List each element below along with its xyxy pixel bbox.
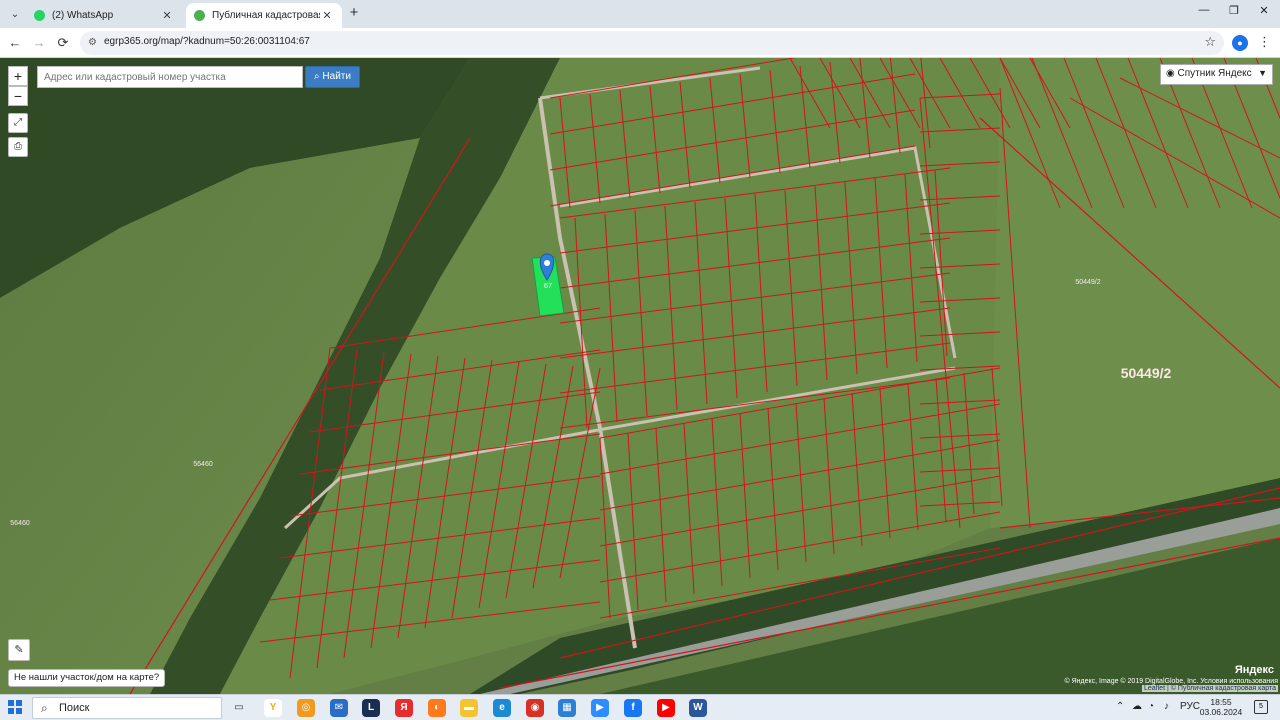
store-icon[interactable]: ▦ [558,699,576,717]
yandex-icon[interactable]: Я [395,699,413,717]
tab-search-menu-icon[interactable]: ⌄ [6,5,24,23]
tab-whatsapp[interactable]: (2) WhatsApp ✕ [26,3,182,28]
selected-plot-label: 67 [544,281,552,290]
notification-icon[interactable]: 5 [1254,700,1268,714]
cadastral-search-input[interactable] [37,66,303,88]
leaflet-attribution[interactable]: Leaflet | © Публичная кадастровая карта [1142,685,1278,692]
close-tab-icon[interactable]: ✕ [160,9,174,22]
tray-overflow-icon[interactable]: ⌃ [1116,701,1124,712]
mail-icon[interactable]: ✉ [330,699,348,717]
firefox-icon[interactable]: ◐ [428,699,446,717]
satellite-map-canvas[interactable]: 67 50449/2 50449/2 56460 56460 [0,58,1280,694]
minimize-button[interactable]: — [1194,4,1214,22]
new-tab-button[interactable]: + [346,5,362,21]
close-window-button[interactable]: ✕ [1254,4,1274,22]
radio-icon: ◉ [1166,68,1175,79]
tab-title: Публичная кадастровая карта [212,10,320,21]
word-icon[interactable]: W [689,699,707,717]
zoom-in-button[interactable]: + [8,66,28,86]
layer-select-value: Спутник Яндекс [1177,68,1252,79]
find-button[interactable]: ⌕ Найти [305,66,360,88]
chevron-down-icon: ▼ [1258,68,1267,78]
layer-select[interactable]: ◉ Спутник Яндекс ▼ [1160,64,1273,85]
map-attribution[interactable]: © Яндекс, Image © 2019 DigitalGlobe, Inc… [1065,678,1279,685]
task-view-icon[interactable]: ▭ [230,699,248,717]
yandex-logo: Яндекс [1234,664,1274,676]
clock-time: 18:55 [1210,697,1232,707]
close-tab-icon[interactable]: ✕ [320,9,334,22]
reload-button[interactable]: ⟳ [54,34,72,52]
tab-title: (2) WhatsApp [52,10,114,21]
ruler-icon[interactable]: ✎ [8,639,30,661]
map-view[interactable]: 67 50449/2 50449/2 56460 56460 + − ⤢ ⎙ ⌕… [0,58,1280,694]
cadastral-quarter-label: 56460 [10,520,30,527]
volume-icon[interactable]: ♪ [1164,701,1169,712]
find-button-label: Найти [322,71,351,82]
address-bar[interactable]: ⚙ egrp365.org/map/?kadnum=50:26:0031104:… [80,31,1224,55]
windows-taskbar: ⌕ Поиск ▭ Y ◎ ✉ L Я ◐ ▬ e ◉ ▦ ▶ f ▶ W ⌃ … [0,694,1280,720]
wifi-icon[interactable]: ◔ [1148,701,1154,712]
back-button[interactable]: ← [6,34,24,52]
forward-button[interactable]: → [30,34,48,52]
site-favicon-icon [194,10,205,21]
restore-button[interactable]: ❐ [1224,4,1244,22]
browser-menu-icon[interactable]: ⋮ [1258,34,1271,50]
search-icon: ⌕ [41,701,48,715]
zoom-app-icon[interactable]: ▶ [591,699,609,717]
facebook-icon[interactable]: f [624,699,642,717]
whatsapp-icon [34,10,45,21]
url-text[interactable]: egrp365.org/map/?kadnum=50:26:0031104:67 [104,36,310,47]
yandex-browser-icon[interactable]: Y [264,699,282,717]
file-explorer-icon[interactable]: ▬ [460,699,478,717]
app-l-icon[interactable]: L [362,699,380,717]
zoom-out-button[interactable]: − [8,86,28,106]
edge-icon[interactable]: e [493,699,511,717]
taskbar-search-input[interactable]: ⌕ Поиск [32,697,222,719]
meadow-area [990,58,1280,528]
tab-strip: ⌄ (2) WhatsApp ✕ Публичная кадастровая к… [0,0,1280,28]
tab-cadastral-map[interactable]: Публичная кадастровая карта ✕ [186,3,342,28]
clock-date: 03.06.2024 [1199,707,1243,717]
cadastral-quarter-label: 50449/2 [1075,279,1100,286]
print-icon[interactable]: ⎙ [8,137,28,157]
system-clock[interactable]: 18:55 03.06.2024 [1196,697,1246,717]
youtube-icon[interactable]: ▶ [657,699,675,717]
cloud-icon[interactable]: ☁ [1132,701,1142,712]
cadastral-quarter-label: 56460 [193,461,213,468]
taskbar-search-label: Поиск [59,702,90,714]
windows-start-icon[interactable] [8,700,22,714]
profile-avatar-icon[interactable]: ● [1232,35,1248,51]
browser-toolbar: ← → ⟳ ⚙ egrp365.org/map/?kadnum=50:26:00… [0,28,1280,58]
browser-icon[interactable]: ◎ [297,699,315,717]
fullscreen-icon[interactable]: ⤢ [8,113,28,133]
not-found-link[interactable]: Не нашли участок/дом на карте? [8,669,166,687]
site-info-icon[interactable]: ⚙ [88,37,97,48]
bookmark-star-icon[interactable]: ☆ [1204,34,1216,50]
cadastral-quarter-label: 50449/2 [1121,365,1172,381]
chrome-icon[interactable]: ◉ [526,699,544,717]
